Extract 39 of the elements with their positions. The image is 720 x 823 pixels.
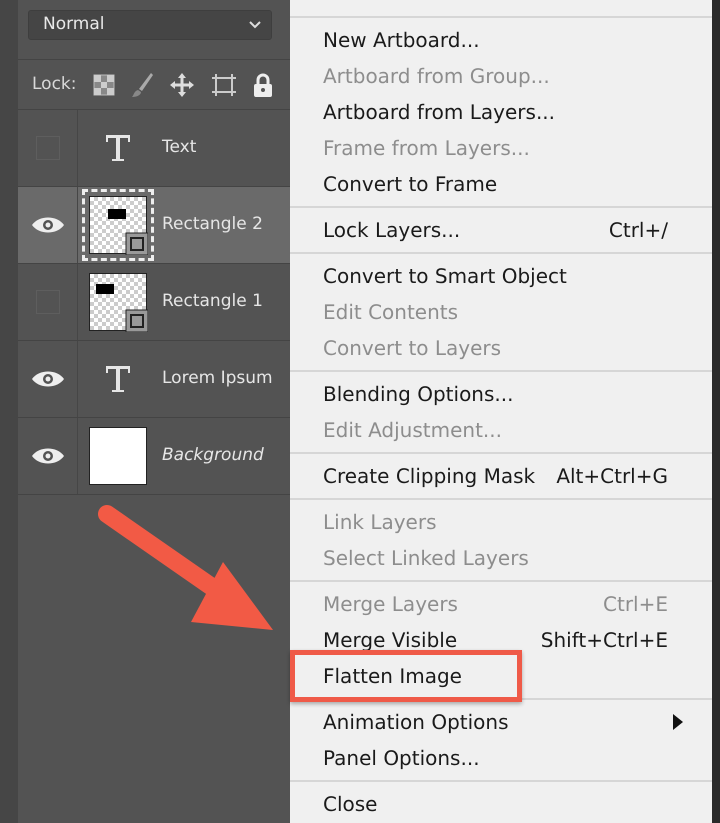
layer-name: Text	[161, 136, 196, 160]
layer-name: Background	[161, 444, 264, 468]
eye-icon[interactable]	[30, 446, 64, 466]
brush-icon[interactable]	[130, 72, 152, 98]
layer-row[interactable]: Rectangle 1	[18, 264, 290, 341]
menu-item[interactable]: Flatten Image	[290, 658, 712, 694]
layer-name: Lorem Ipsum	[161, 367, 273, 390]
layer-row[interactable]: Background	[18, 418, 290, 495]
menu-item[interactable]: Artboard from Layers...	[290, 94, 712, 130]
layer-row[interactable]: Lorem Ipsum	[18, 341, 290, 418]
layer-name: Rectangle 1	[161, 290, 263, 314]
type-icon	[105, 365, 131, 393]
layer-name: Rectangle 2	[161, 213, 263, 236]
shortcut-label: Ctrl+E	[603, 591, 668, 618]
menu-item[interactable]: Panel Options...	[290, 740, 712, 776]
menu-item[interactable]: Close	[290, 786, 712, 822]
menu-item[interactable]: Convert to Smart Object	[290, 258, 712, 294]
eye-icon[interactable]	[30, 215, 64, 235]
blend-mode-dropdown[interactable]: Normal	[28, 10, 272, 40]
menu-item[interactable]: Lock Layers... Ctrl+/	[290, 212, 712, 248]
layer-row[interactable]: Rectangle 2	[18, 187, 290, 264]
shortcut-label: Shift+Ctrl+E	[540, 627, 668, 654]
eye-icon[interactable]	[30, 369, 64, 389]
move-icon[interactable]	[168, 72, 194, 98]
lock-icon[interactable]	[252, 72, 272, 96]
lock-transparency-icon[interactable]	[92, 74, 114, 96]
menu-item[interactable]: Create Clipping Mask Alt+Ctrl+G	[290, 458, 712, 494]
menu-item[interactable]: Animation Options	[290, 704, 712, 740]
layer-thumbnail	[89, 427, 147, 485]
artboard-icon[interactable]	[210, 72, 236, 96]
lock-label: Lock:	[32, 72, 76, 96]
type-icon	[105, 134, 131, 162]
menu-item[interactable]: Blending Options...	[290, 376, 712, 412]
menu-item[interactable]: New Artboard...	[290, 22, 712, 58]
menu-item[interactable]: Convert to Frame	[290, 166, 712, 202]
chevron-down-icon	[249, 21, 261, 29]
shortcut-label: Alt+Ctrl+G	[556, 463, 668, 490]
menu-item[interactable]: Merge Visible Shift+Ctrl+E	[290, 622, 712, 658]
shortcut-label: Ctrl+/	[608, 217, 668, 244]
